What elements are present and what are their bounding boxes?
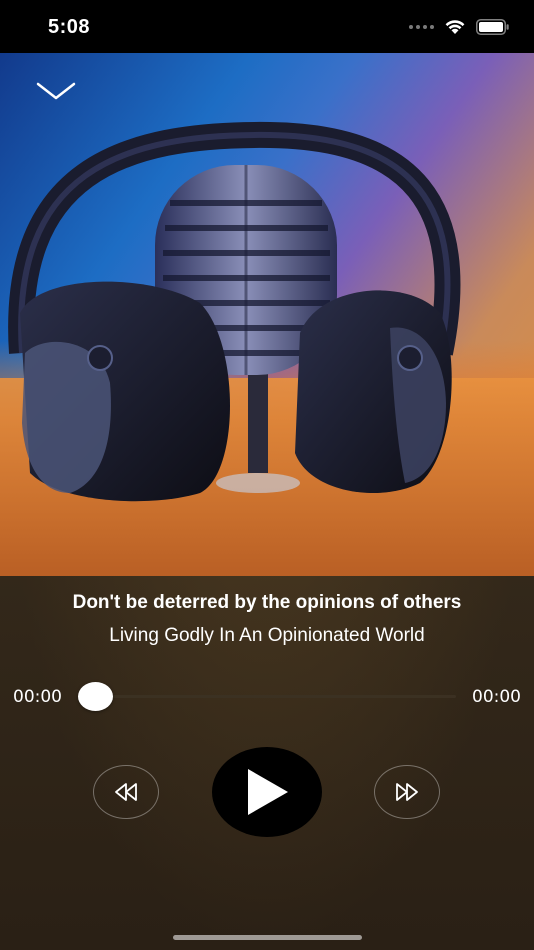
fast-forward-button[interactable] [374,765,440,819]
total-time: 00:00 [472,687,521,707]
status-icons [409,17,510,37]
status-bar: 5:08 [0,0,534,53]
play-button[interactable] [212,747,322,837]
rewind-button[interactable] [93,765,159,819]
album-artwork [0,53,534,576]
status-time: 5:08 [48,16,91,38]
collapse-button[interactable] [32,74,80,106]
progress-thumb[interactable] [78,682,113,711]
fast-forward-icon [396,783,418,801]
elapsed-time: 00:00 [13,687,62,707]
track-title: Don't be deterred by the opinions of oth… [72,592,462,613]
chevron-down-icon [36,82,76,100]
now-playing-screen: 5:08 Don't be deterred by the opinions o… [0,0,534,950]
wifi-icon [445,20,465,34]
battery-icon [476,19,509,35]
microphone-headphones-artwork [0,121,534,576]
home-indicator[interactable] [173,935,362,940]
progress-slider[interactable] [96,695,456,698]
play-icon [248,769,288,815]
cellular-signal-icon [409,25,434,29]
rewind-icon [115,783,137,801]
track-subtitle: Living Godly In An Opinionated World [109,625,425,646]
